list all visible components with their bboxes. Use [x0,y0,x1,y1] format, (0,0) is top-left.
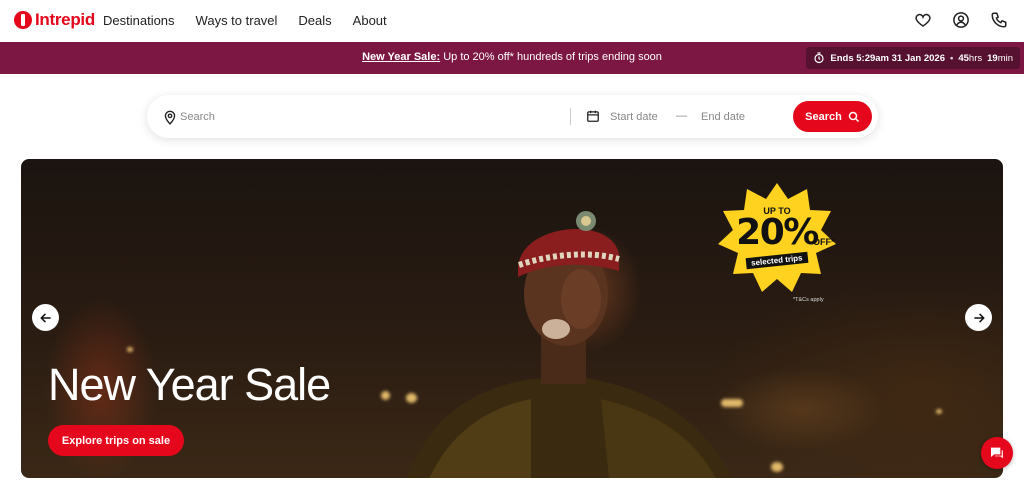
light [936,409,942,414]
header-actions [914,11,1008,29]
date-range-dash: — [676,110,687,122]
arrow-right-icon [973,312,985,323]
chat-button[interactable] [981,437,1013,469]
arrow-left-icon [39,312,51,323]
countdown-minutes-value: 19 [987,52,998,64]
search-divider [570,108,571,125]
light [127,347,133,352]
chat-icon [991,447,1003,459]
phone-icon[interactable] [990,11,1008,29]
search-bar: Start date — End date Search [147,95,878,138]
start-date-field[interactable]: Start date [610,111,658,123]
location-pin-icon [164,110,176,125]
search-icon [848,111,859,122]
banner-sale-link[interactable]: New Year Sale: [362,51,440,63]
nav-item-ways-to-travel[interactable]: Ways to travel [196,13,278,28]
heart-icon[interactable] [914,11,932,29]
calendar-icon [587,110,599,122]
countdown-hours-value: 45 [958,52,969,64]
countdown-ends-label: Ends 5:29am 31 Jan 2026 [830,52,945,64]
sale-sticker: UP TO 20% OFF* selected trips [717,206,837,270]
logo-icon [14,11,32,29]
countdown-timer: Ends 5:29am 31 Jan 2026 • 45hrs 19min [806,47,1020,69]
countdown-minutes-unit: min [997,52,1013,64]
hero-carousel: UP TO 20% OFF* selected trips *T&Cs appl… [21,159,1003,478]
search-button-label: Search [805,110,842,123]
banner-message-text: Up to 20% off* hundreds of trips ending … [440,51,662,63]
terms-note: *T&Cs apply [793,297,824,303]
nav-item-destinations[interactable]: Destinations [103,13,175,28]
nav-item-about[interactable]: About [353,13,387,28]
search-input[interactable] [180,105,560,129]
light [771,462,783,472]
sticker-off: OFF* [813,237,835,247]
sale-banner: New Year Sale: Up to 20% off* hundreds o… [0,42,1024,74]
hero-title: New Year Sale [48,359,331,410]
site-header: Intrepid Destinations Ways to travel Dea… [0,0,1024,42]
search-button[interactable]: Search [793,101,872,132]
nav-item-deals[interactable]: Deals [298,13,331,28]
carousel-prev-button[interactable] [32,304,59,331]
main-nav: Destinations Ways to travel Deals About [103,13,387,28]
carousel-next-button[interactable] [965,304,992,331]
countdown-separator: • [950,52,954,64]
performer-figure [407,211,732,478]
user-icon[interactable] [952,11,970,29]
countdown-minutes: 19min [987,53,1013,64]
countdown-hours-unit: hrs [968,52,983,64]
end-date-field[interactable]: End date [701,111,745,123]
sticker-selected-trips: selected trips [745,251,809,270]
countdown-hours: 45hrs [958,53,982,64]
stopwatch-icon [814,52,824,64]
explore-trips-button[interactable]: Explore trips on sale [48,425,184,456]
logo-text: Intrepid [35,10,95,29]
intrepid-logo[interactable]: Intrepid [14,10,95,30]
